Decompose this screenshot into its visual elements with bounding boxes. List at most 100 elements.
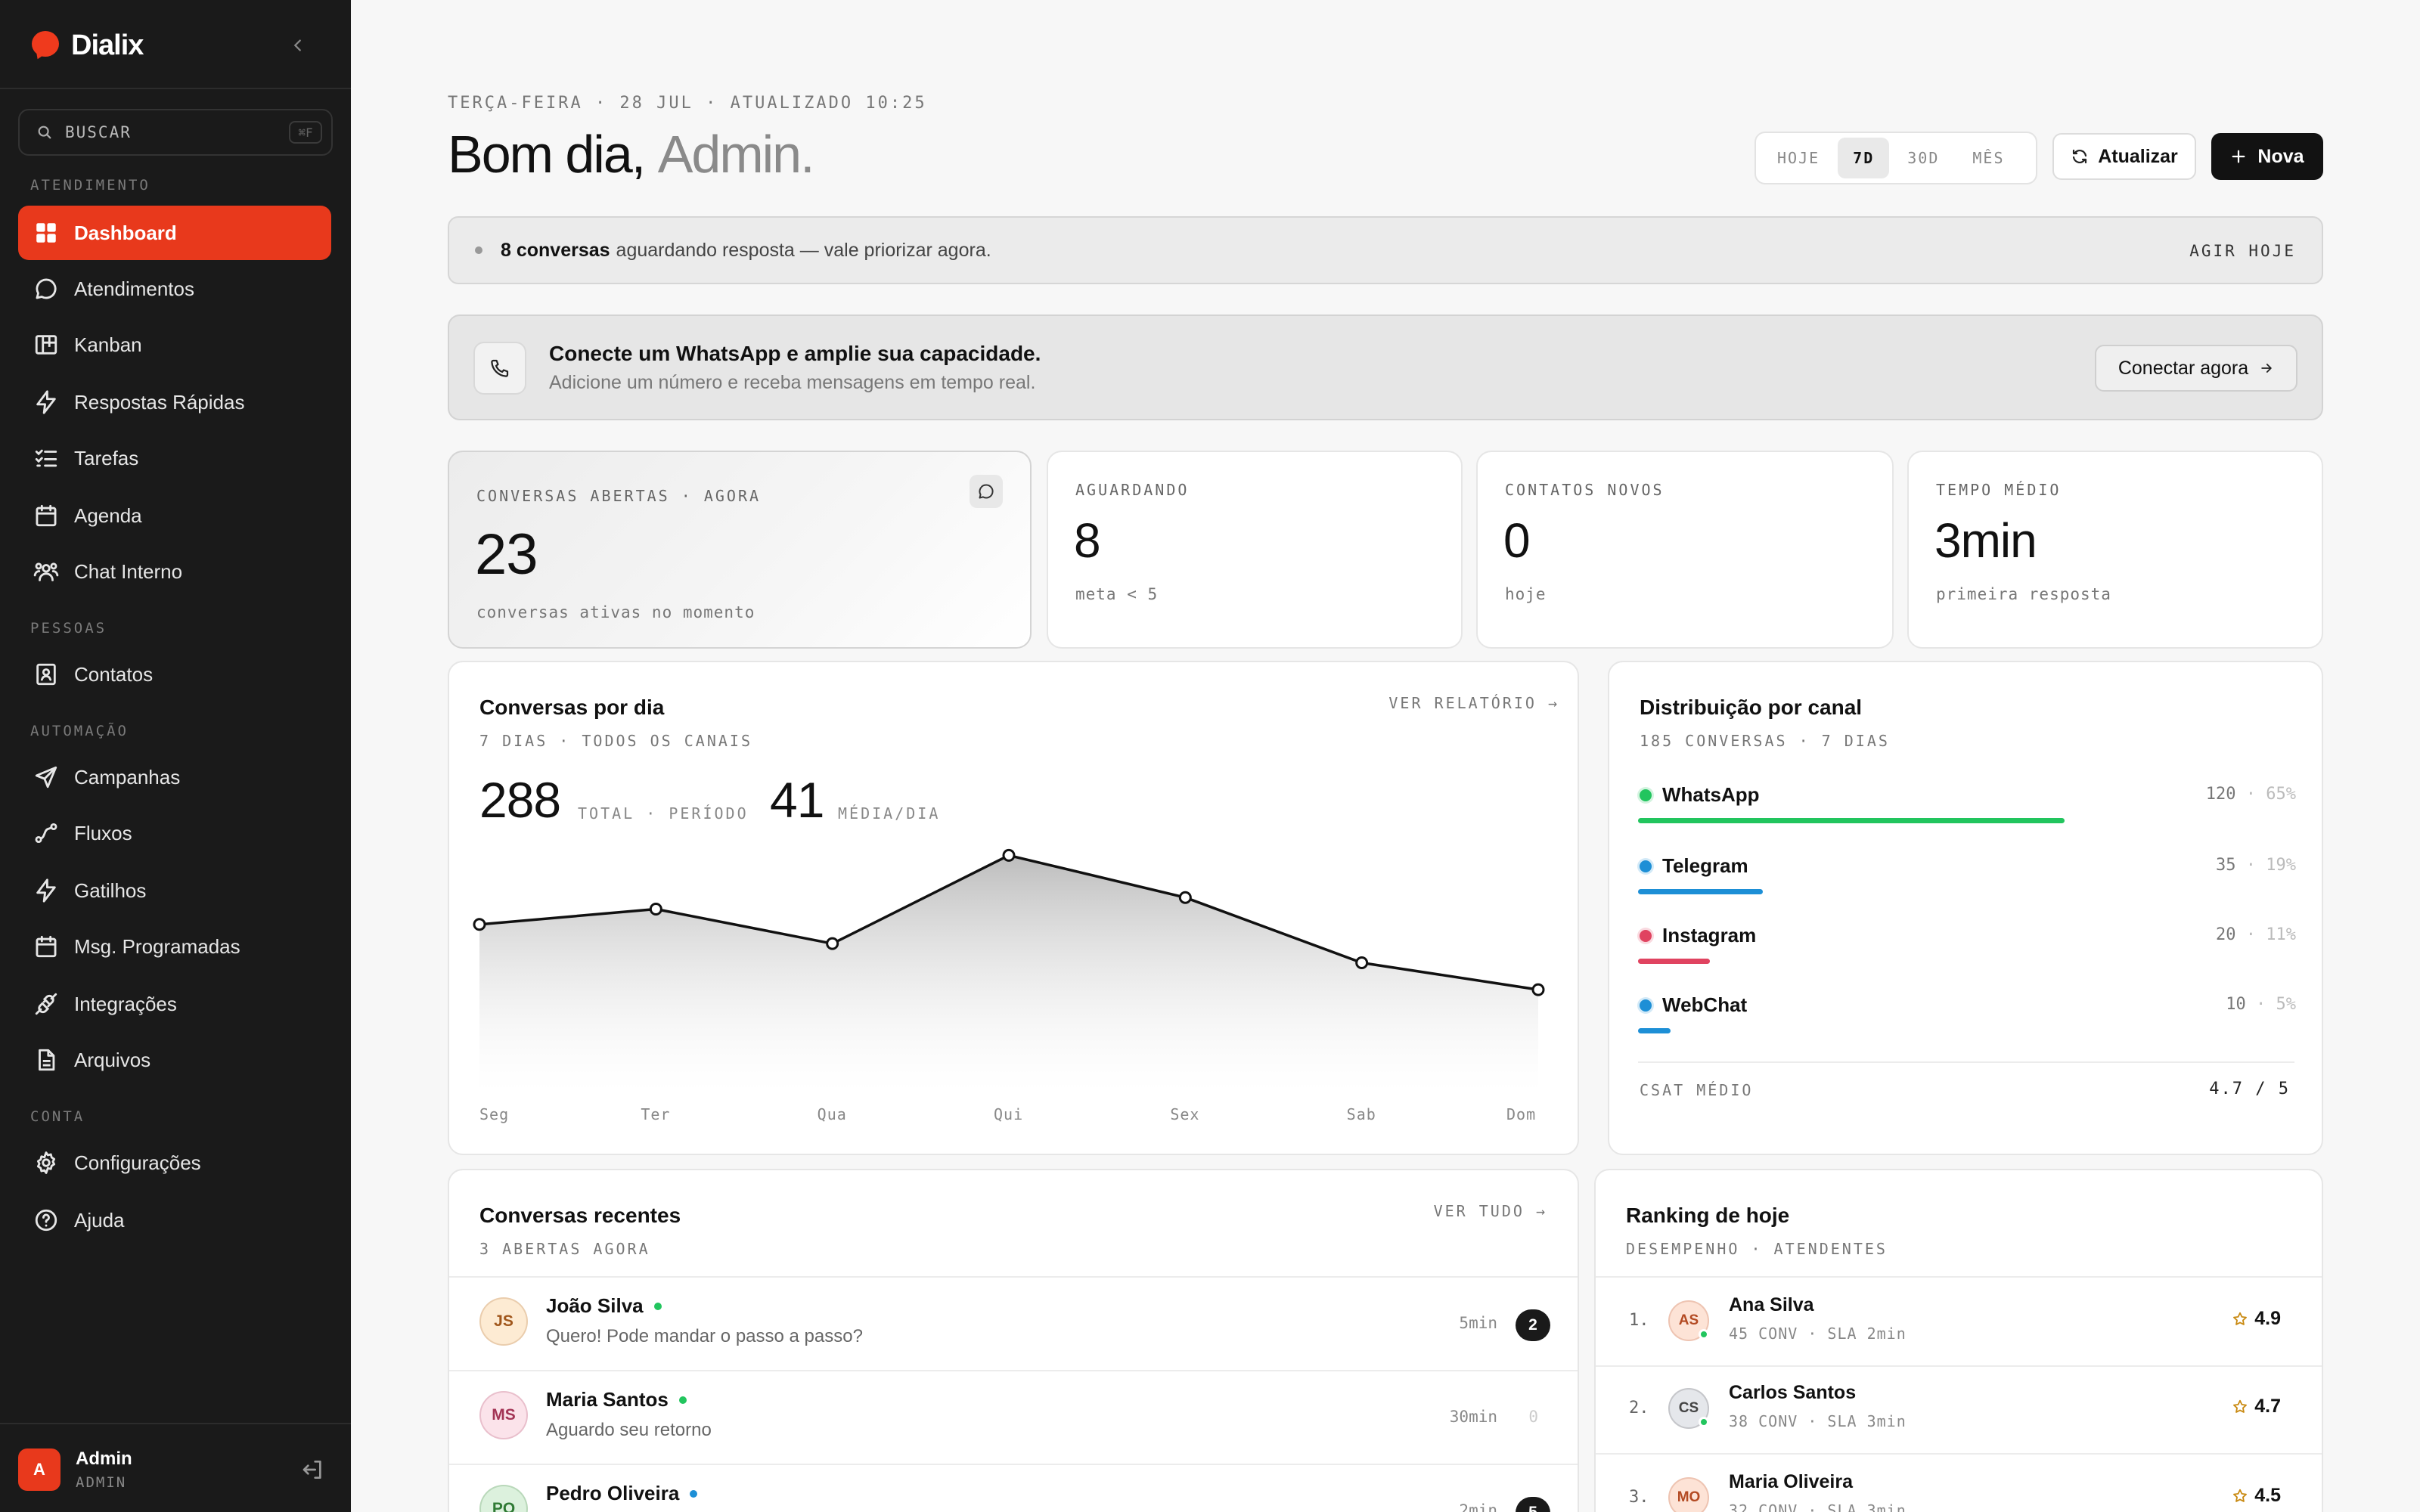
- sidebar-item-agenda[interactable]: Agenda: [18, 488, 331, 543]
- sidebar-item-label: Agenda: [74, 503, 142, 527]
- sidebar-item-chat-interno[interactable]: Chat Interno: [18, 544, 331, 599]
- users-icon: [33, 562, 59, 581]
- date-line: TERÇA-FEIRA · 28 JUL · ATUALIZADO 10:25: [448, 94, 927, 113]
- unread-badge: 5: [1516, 1497, 1550, 1512]
- section-automacao: AUTOMAÇÃO: [30, 723, 129, 739]
- view-all-link[interactable]: VER TUDO →: [1434, 1202, 1547, 1220]
- checklist-icon: [35, 449, 57, 467]
- sidebar-item-kanban[interactable]: Kanban: [18, 318, 331, 372]
- logout-icon[interactable]: [301, 1458, 325, 1482]
- sidebar-item-arquivos[interactable]: Arquivos: [18, 1033, 331, 1087]
- send-icon: [35, 766, 57, 789]
- chart-point[interactable]: [1531, 983, 1545, 996]
- list-item[interactable]: MS Maria Santos Aguardo seu retorno 30mi…: [449, 1371, 1581, 1465]
- stat-card-waiting[interactable]: AGUARDANDO 8 meta < 5: [1047, 451, 1463, 649]
- message-time: 5min: [1459, 1314, 1497, 1332]
- avatar: A: [18, 1448, 60, 1491]
- avatar: MS: [479, 1391, 528, 1439]
- channel-row-whatsapp[interactable]: WhatsApp 120 · 65%: [1638, 783, 2296, 844]
- stat-sub: meta < 5: [1075, 585, 1159, 603]
- search-box[interactable]: BUSCAR ⌘F: [18, 109, 333, 156]
- sidebar-item-dashboard[interactable]: Dashboard: [18, 206, 331, 260]
- arrow-right-icon: [2261, 364, 2272, 373]
- channel-bar: [1638, 818, 2065, 823]
- status-dot: [1699, 1417, 1709, 1427]
- x-tick-label: Sab: [1346, 1105, 1376, 1123]
- sidebar-item-tarefas[interactable]: Tarefas: [18, 431, 331, 485]
- sidebar-item-msg-programadas[interactable]: Msg. Programadas: [18, 919, 331, 974]
- range-7d[interactable]: 7D: [1838, 138, 1890, 178]
- list-item[interactable]: PO Pedro Oliveira 2min 5: [449, 1465, 1581, 1512]
- app-logo[interactable]: Dialix: [32, 29, 144, 62]
- chart-point[interactable]: [649, 902, 662, 916]
- date-range-selector: HOJE 7D 30D MÊS: [1754, 132, 2037, 184]
- page-title: Bom dia, Admin.: [448, 124, 815, 184]
- ranking-row[interactable]: 2. CS Carlos Santos 38 CONV · SLA 3min 4…: [1596, 1365, 2310, 1453]
- divider: [1638, 1061, 2294, 1063]
- channel-dot: [1640, 999, 1652, 1012]
- card-subtitle: DESEMPENHO · ATENDENTES: [1626, 1240, 1888, 1258]
- chart-point[interactable]: [1355, 956, 1369, 970]
- area-chart: [473, 848, 1545, 1092]
- chart-area: [479, 855, 1538, 1092]
- cta-label: Conectar agora: [2118, 357, 2249, 379]
- collapse-sidebar-button[interactable]: [284, 32, 312, 59]
- channel-count: 20 · 11%: [2216, 925, 2296, 944]
- ranking-row[interactable]: 1. AS Ana Silva 45 CONV · SLA 2min 4.9: [1596, 1278, 2310, 1365]
- agent-name: Ana Silva: [1729, 1294, 1814, 1315]
- contact-name: João Silva: [546, 1294, 662, 1318]
- star-icon: [2233, 1489, 2248, 1502]
- refresh-label: Atualizar: [2098, 145, 2178, 167]
- sidebar-item-fluxos[interactable]: Fluxos: [18, 806, 331, 860]
- range-hoje[interactable]: HOJE: [1762, 138, 1835, 178]
- stat-card-open-conversations[interactable]: CONVERSAS ABERTAS · AGORA 23 conversas a…: [448, 451, 1032, 649]
- avatar: CS: [1668, 1388, 1709, 1429]
- channel-row-webchat[interactable]: WebChat 10 · 5%: [1638, 993, 2296, 1054]
- chart-point[interactable]: [1178, 891, 1192, 904]
- card-title: Ranking de hoje: [1626, 1204, 1790, 1227]
- sidebar-item-label: Tarefas: [74, 446, 139, 469]
- sidebar-item-contatos[interactable]: Contatos: [18, 647, 331, 702]
- chart-point[interactable]: [473, 918, 486, 931]
- rank-position: 2.: [1629, 1399, 1649, 1418]
- status-dot: [1699, 1329, 1709, 1340]
- range-30d[interactable]: 30D: [1892, 138, 1954, 178]
- avatar: PO: [479, 1485, 528, 1512]
- stat-card-avg-time[interactable]: TEMPO MÉDIO 3min primeira resposta: [1907, 451, 2323, 649]
- logo-icon: [32, 31, 60, 62]
- x-tick-label: Ter: [641, 1105, 671, 1123]
- sidebar-item-campanhas[interactable]: Campanhas: [18, 750, 331, 804]
- sidebar-item-label: Campanhas: [74, 765, 181, 789]
- connect-now-button[interactable]: Conectar agora: [2095, 345, 2297, 392]
- user-profile[interactable]: A Admin ADMIN: [18, 1445, 333, 1494]
- sidebar-item-label: Gatilhos: [74, 878, 147, 902]
- agent-score: 4.9: [2232, 1308, 2281, 1330]
- pending-alert: 8 conversas aguardando resposta — vale p…: [448, 216, 2323, 284]
- refresh-button[interactable]: Atualizar: [2052, 133, 2196, 180]
- stat-sub: conversas ativas no momento: [476, 603, 755, 621]
- x-tick-label: Seg: [479, 1105, 510, 1123]
- channel-row-instagram[interactable]: Instagram 20 · 11%: [1638, 924, 2296, 984]
- list-item[interactable]: JS João Silva Quero! Pode mandar o passo…: [449, 1278, 1581, 1371]
- sidebar-item-configuracoes[interactable]: Configurações: [18, 1136, 331, 1190]
- sidebar-item-label: Arquivos: [74, 1048, 151, 1071]
- chart-point[interactable]: [1002, 848, 1016, 862]
- stat-card-new-contacts[interactable]: CONTATOS NOVOS 0 hoje: [1476, 451, 1894, 649]
- ranking-row[interactable]: 3. MO Maria Oliveira 32 CONV · SLA 3min …: [1596, 1455, 2310, 1512]
- channel-bar: [1638, 1028, 1671, 1033]
- channel-distribution-card: Distribuição por canal 185 CONVERSAS · 7…: [1608, 661, 2323, 1155]
- sidebar-item-atendimentos[interactable]: Atendimentos: [18, 262, 331, 316]
- channel-row-telegram[interactable]: Telegram 35 · 19%: [1638, 854, 2296, 915]
- sidebar: Dialix BUSCAR ⌘F ATENDIMENTO Dashboard A…: [0, 0, 351, 1512]
- banner-subtitle: Adicione um número e receba mensagens em…: [549, 372, 1036, 393]
- sidebar-item-integracoes[interactable]: Integrações: [18, 977, 331, 1031]
- alert-action-link[interactable]: AGIR HOJE: [2189, 242, 2296, 260]
- chart-point[interactable]: [826, 937, 839, 950]
- sidebar-item-respostas-rapidas[interactable]: Respostas Rápidas: [18, 375, 331, 429]
- sidebar-item-gatilhos[interactable]: Gatilhos: [18, 863, 331, 918]
- main-content: TERÇA-FEIRA · 28 JUL · ATUALIZADO 10:25 …: [351, 0, 2420, 1512]
- sidebar-item-ajuda[interactable]: Ajuda: [18, 1193, 331, 1247]
- card-subtitle: 3 ABERTAS AGORA: [479, 1240, 650, 1258]
- range-mes[interactable]: MÊS: [1957, 138, 2019, 178]
- new-button[interactable]: Nova: [2211, 133, 2323, 180]
